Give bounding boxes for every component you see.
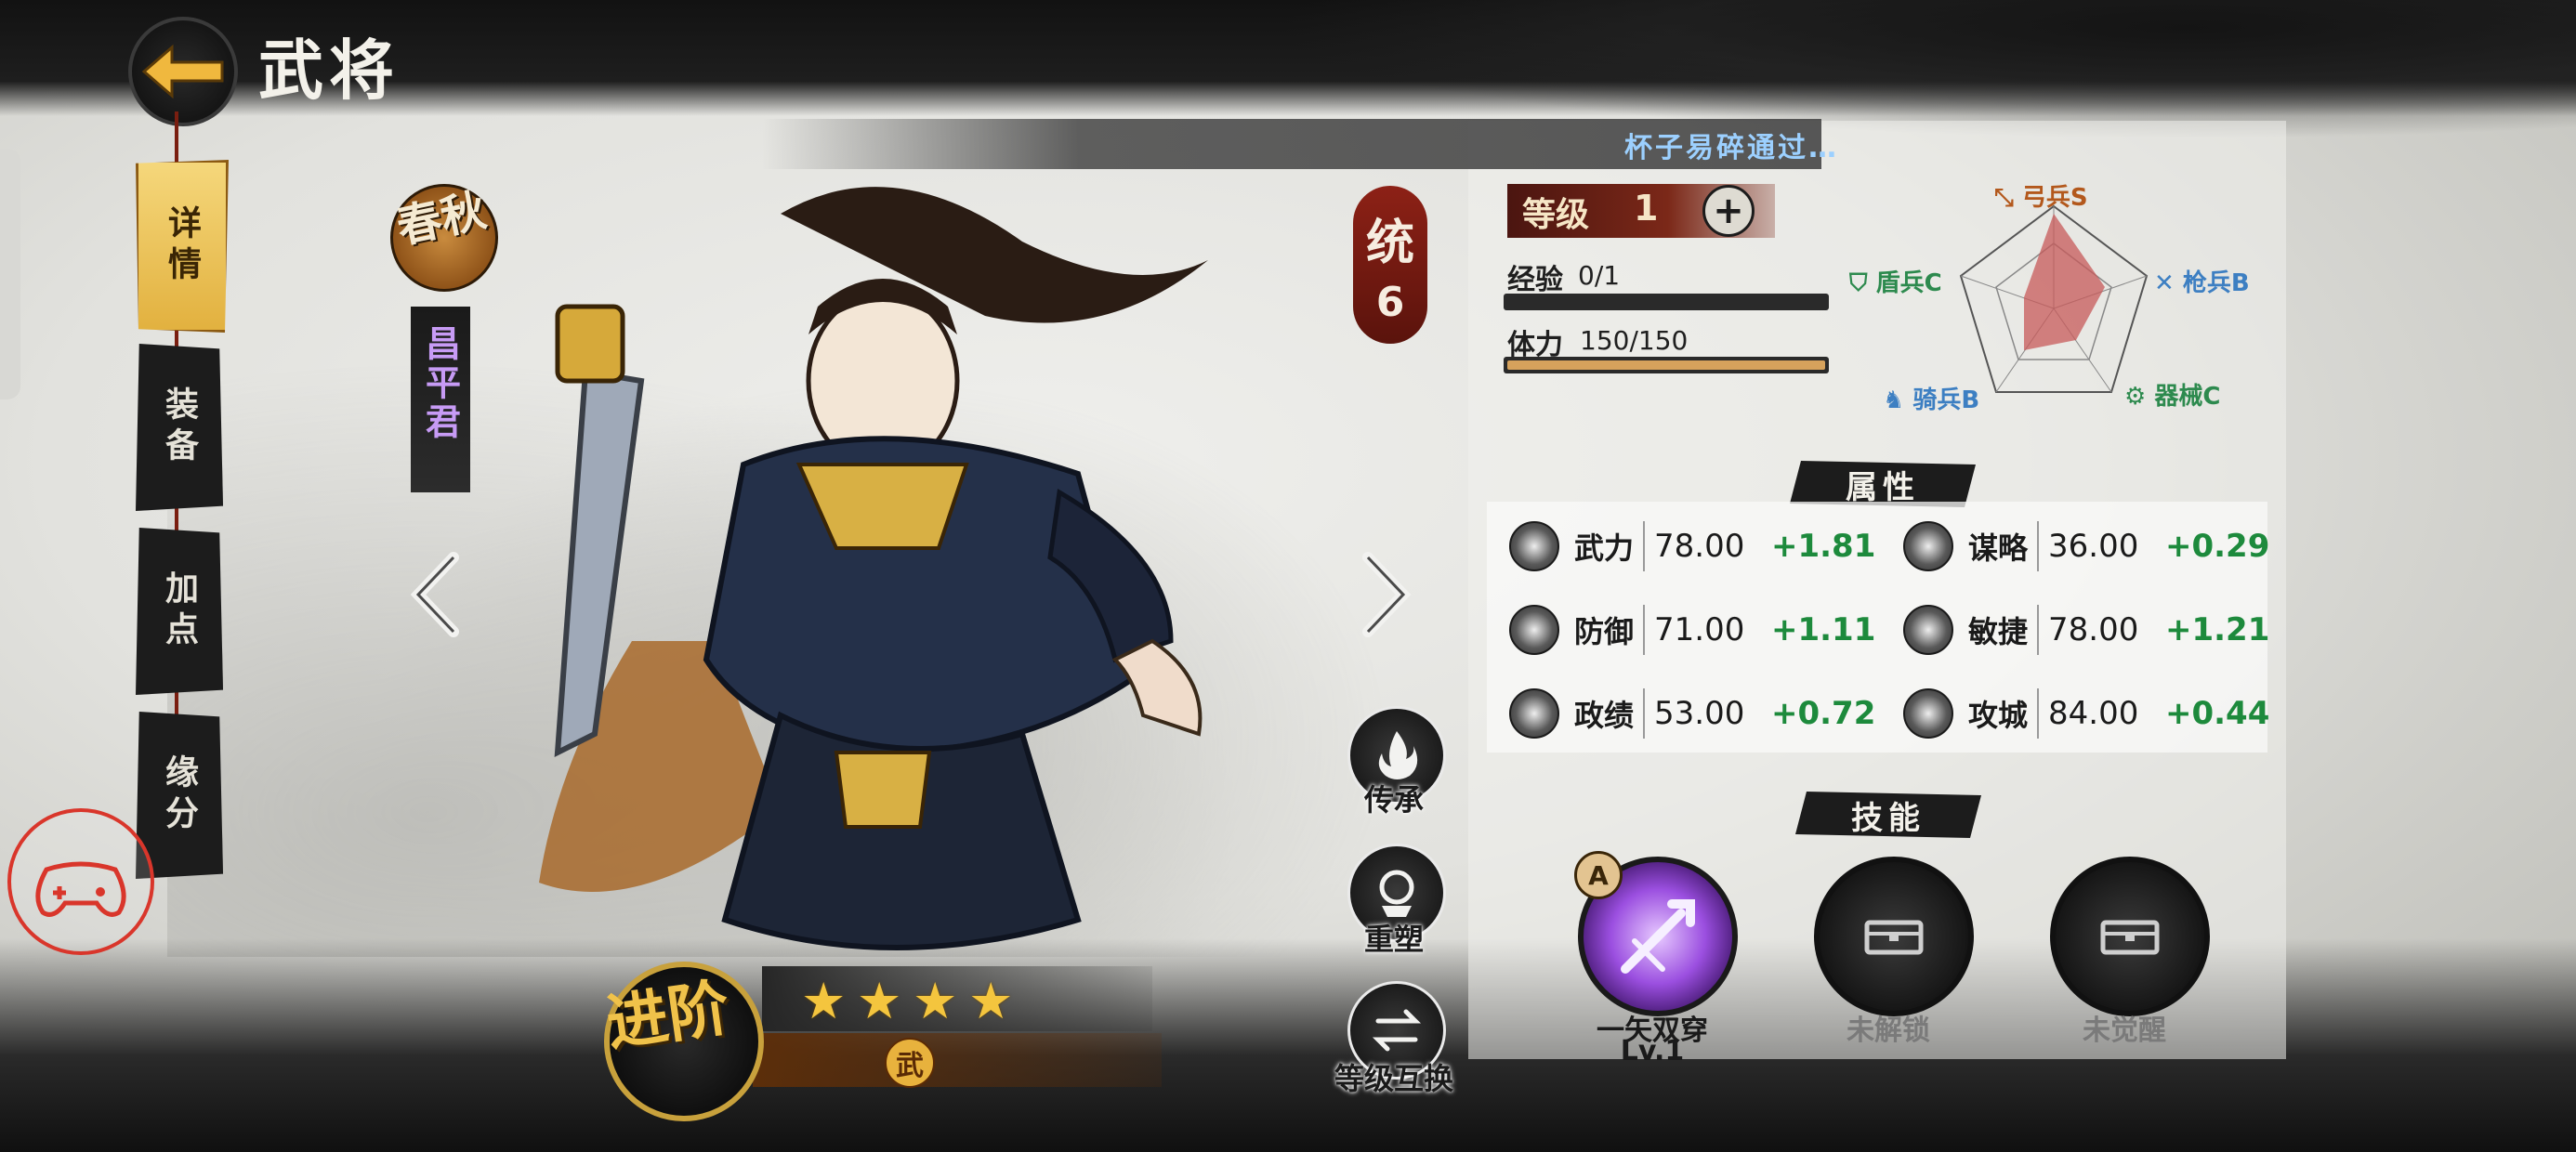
stamina-value: 150/150	[1580, 325, 1689, 356]
command-value: 6	[1375, 279, 1405, 326]
advance-label: 进阶	[601, 971, 734, 1060]
spear-icon: ✕	[2154, 269, 2175, 297]
troop-shield: ⛉ 盾兵C	[1849, 269, 1942, 297]
chevron-left-icon	[410, 552, 459, 637]
star-icon: ★	[857, 972, 902, 1030]
boot-icon	[1903, 605, 1953, 655]
level-up-button[interactable]: +	[1702, 185, 1755, 237]
star-icon: ★	[801, 972, 847, 1030]
fist-icon	[1509, 521, 1559, 571]
skills-title: 技能	[1795, 792, 1981, 838]
command-badge: 统 6	[1353, 186, 1427, 344]
attribute-row: 政绩 53.00 +0.72	[1509, 676, 1875, 751]
back-arrow-icon	[141, 44, 224, 99]
back-button[interactable]	[128, 17, 238, 126]
marquee-text: 杯子易碎通过…	[1624, 132, 1839, 164]
star-icon: ★	[913, 972, 958, 1030]
troop-archer: ⤡ 弓兵S	[1994, 184, 2088, 212]
attribute-row: 谋略 36.00 +0.29	[1903, 509, 2269, 583]
brain-icon	[1903, 521, 1953, 571]
page-title: 武将	[258, 32, 400, 109]
stamina-bar	[1504, 357, 1829, 373]
stamina-bar-fill	[1507, 360, 1825, 370]
gamepad-icon	[35, 861, 126, 917]
gear-icon: ⚙	[2124, 383, 2147, 411]
skill-grade-badge: A	[1574, 851, 1623, 899]
type-band	[753, 1033, 1162, 1087]
plus-icon: +	[1713, 190, 1744, 232]
attribute-row: 武力 78.00 +1.81	[1509, 509, 1875, 583]
troop-cavalry: ♞ 骑兵B	[1883, 386, 1980, 414]
horse-icon: ♞	[1883, 386, 1905, 414]
troop-machine: ⚙ 器械C	[2124, 383, 2221, 411]
attribute-row: 敏捷 78.00 +1.21	[1903, 593, 2269, 667]
skill-slot-2[interactable]	[1814, 857, 1974, 1016]
tab-details[interactable]: 详情	[136, 160, 229, 333]
gamepad-float-button[interactable]	[7, 808, 154, 955]
tab-equipment[interactable]: 装备	[136, 344, 223, 511]
level-label: 等级	[1522, 195, 1590, 234]
swap-icon	[1372, 1009, 1422, 1052]
attribute-row: 防御 71.00 +1.11	[1509, 593, 1875, 667]
side-drawer-handle[interactable]	[0, 149, 20, 399]
bow-icon: ⤡	[1994, 184, 2014, 212]
star-icon: ★	[968, 972, 1014, 1030]
skill-unawakened-label: 未觉醒	[2083, 1015, 2166, 1047]
lock-chest-icon	[2100, 920, 2160, 955]
tab-add-points[interactable]: 加点	[136, 528, 223, 695]
skill-slot-3[interactable]	[2050, 857, 2210, 1016]
exp-bar	[1504, 294, 1829, 310]
attributes-title: 属性	[1790, 461, 1976, 507]
hero-type-badge: 武	[885, 1038, 935, 1088]
hero-name: 昌平君	[419, 325, 462, 442]
hero-portrait	[539, 187, 1208, 950]
crown-icon	[1509, 688, 1559, 739]
level-value: 1	[1634, 188, 1659, 229]
level-swap-label: 等级互换	[1334, 1061, 1453, 1096]
exp-value: 0/1	[1578, 260, 1621, 291]
helmet-icon	[1509, 605, 1559, 655]
prev-hero-arrow[interactable]	[400, 548, 474, 641]
rebuild-icon	[1379, 870, 1414, 917]
shield-icon: ⛉	[1849, 269, 1868, 297]
hero-name-banner: 昌平君	[411, 307, 470, 492]
skill-locked-label: 未解锁	[1847, 1015, 1930, 1047]
tower-icon	[1903, 688, 1953, 739]
lock-chest-icon	[1864, 920, 1924, 955]
troop-spear: ✕ 枪兵B	[2154, 269, 2250, 297]
flame-icon	[1378, 731, 1418, 779]
skill-level: Lv.1	[1620, 1035, 1685, 1067]
exp-label: 经验	[1507, 264, 1563, 296]
attribute-row: 攻城 84.00 +0.44	[1903, 676, 2269, 751]
next-hero-arrow[interactable]	[1347, 548, 1422, 641]
arrow-skill-icon	[1621, 899, 1695, 974]
chevron-right-icon	[1362, 552, 1412, 637]
attributes-table: 武力 78.00 +1.81 谋略 36.00 +0.29 防御 71.00 +…	[1487, 502, 2269, 753]
command-label: 统	[1365, 215, 1414, 271]
